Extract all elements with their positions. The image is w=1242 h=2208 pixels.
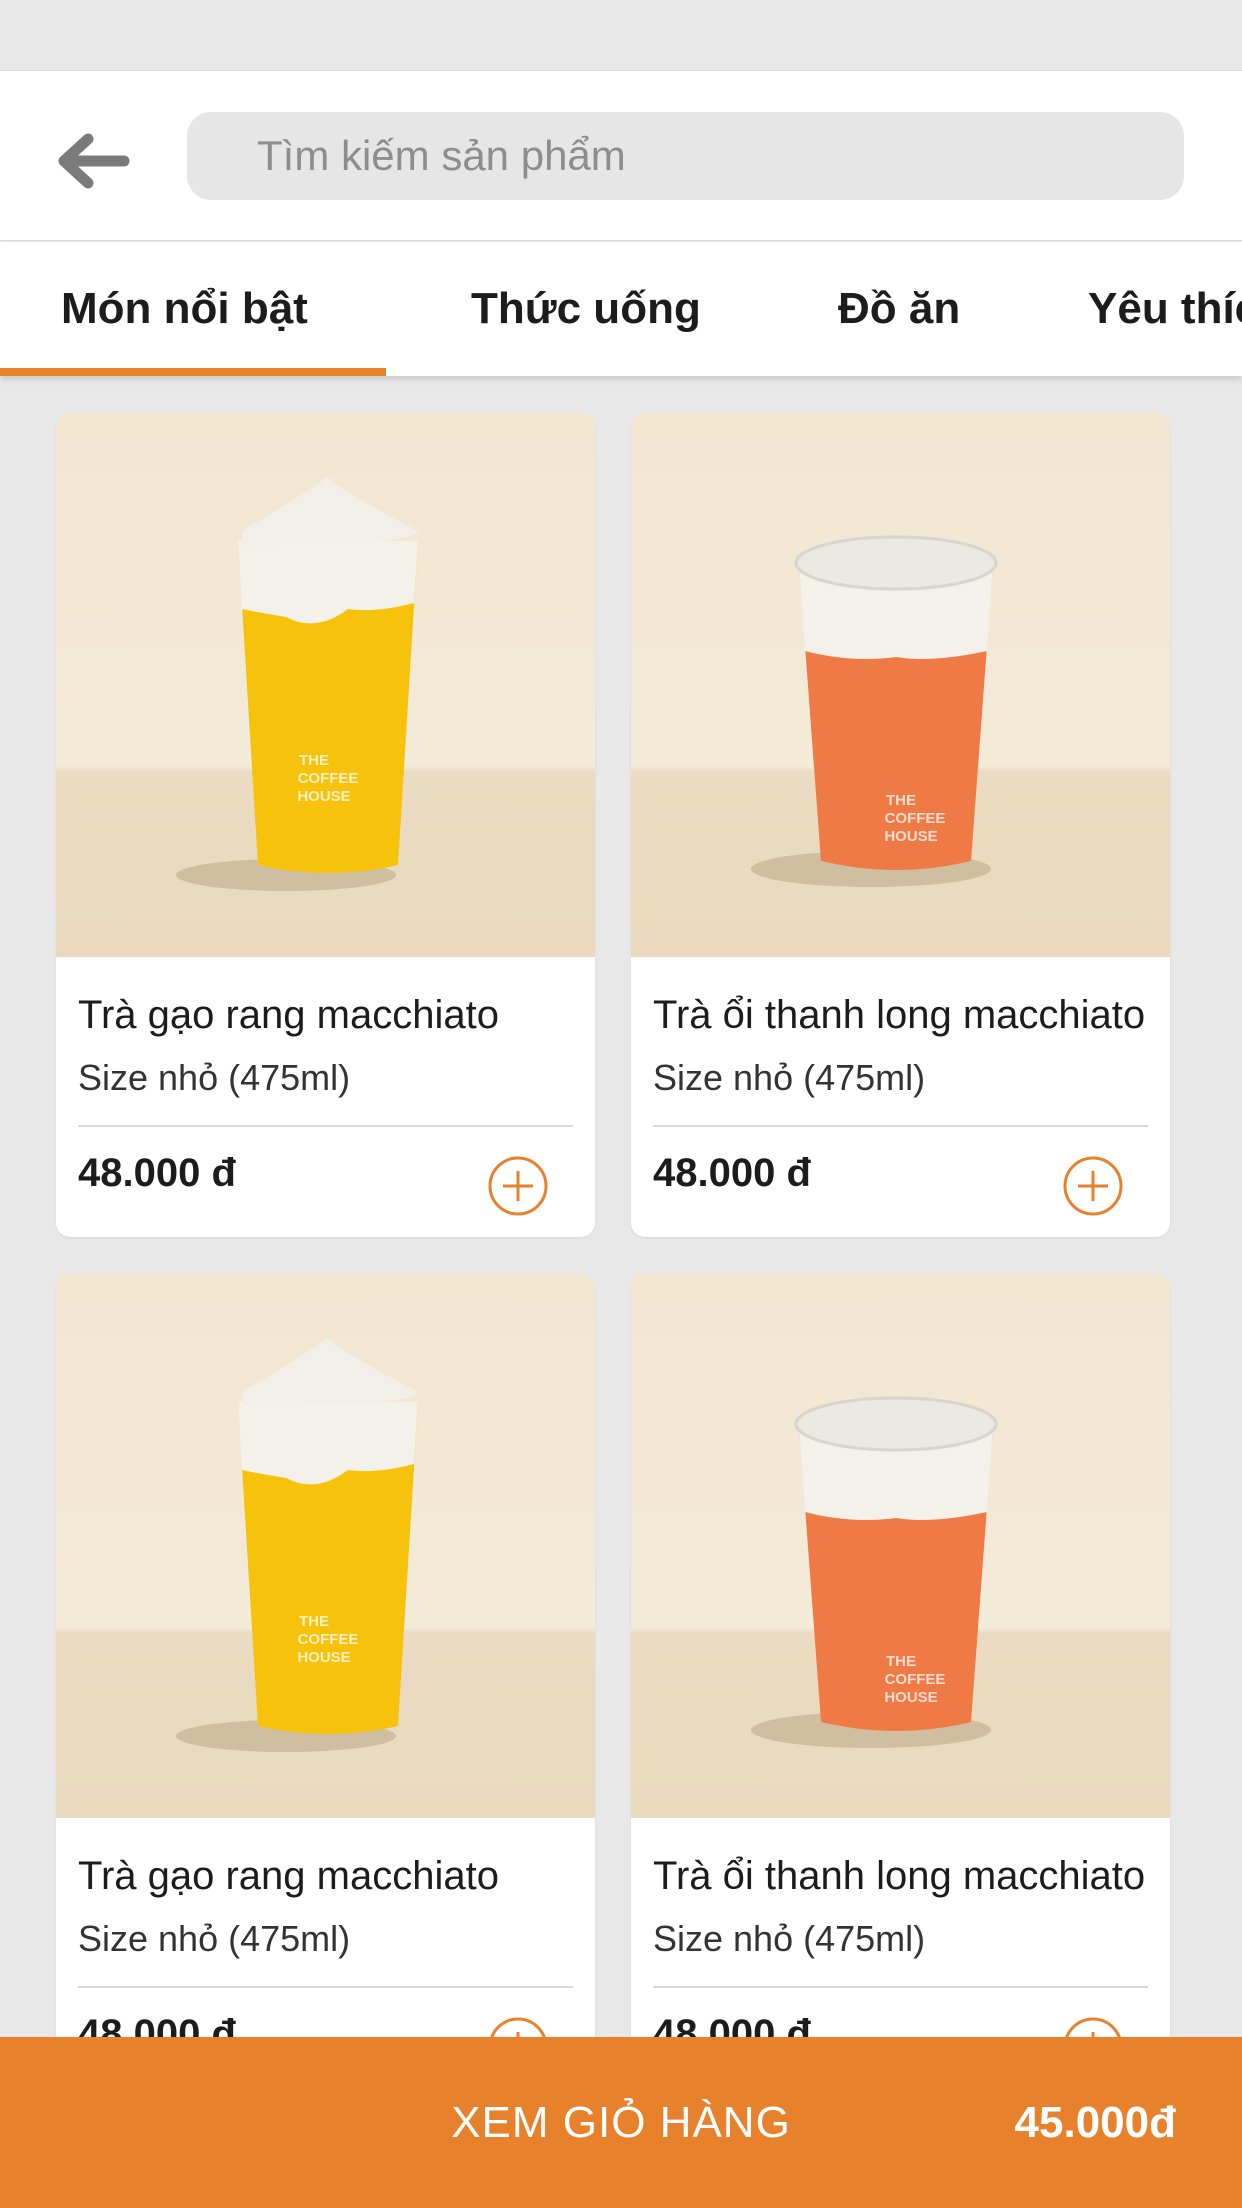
svg-text:COFFEE: COFFEE <box>885 1671 946 1688</box>
tab-favorites[interactable]: Yêu thích <box>1088 242 1242 376</box>
product-price: 48.000 đ <box>78 1151 236 1195</box>
product-price: 48.000 đ <box>653 1151 811 1195</box>
svg-text:THE: THE <box>886 792 916 809</box>
add-to-cart-button[interactable] <box>1062 1155 1124 1217</box>
product-name: Trà gạo rang macchiato <box>78 1854 499 1898</box>
product-card[interactable]: THE COFFEE HOUSE Trà gạo rang macchiato Si… <box>56 413 595 1237</box>
svg-text:COFFEE: COFFEE <box>298 1631 359 1648</box>
plus-circle-icon <box>488 1156 548 1216</box>
status-bar <box>0 0 1242 70</box>
product-size: Size nhỏ (475ml) <box>653 1918 926 1959</box>
header <box>0 70 1242 241</box>
cart-total: 45.000đ <box>1014 2097 1176 2147</box>
svg-text:THE: THE <box>886 1653 916 1670</box>
product-card[interactable]: THE COFFEE HOUSE Trà gạo rang macchiato Si… <box>56 1274 595 2098</box>
tab-food[interactable]: Đồ ăn <box>838 242 960 376</box>
product-image: THE COFFEE HOUSE <box>631 413 1170 957</box>
plus-circle-icon <box>1063 1156 1123 1216</box>
svg-text:THE: THE <box>299 752 329 769</box>
arrow-left-icon <box>58 133 130 189</box>
svg-text:THE: THE <box>299 1613 329 1630</box>
drink-cup-illustration: THECOFFEEHOUSE <box>751 1396 998 1748</box>
svg-text:HOUSE: HOUSE <box>884 1689 937 1706</box>
product-size: Size nhỏ (475ml) <box>78 1918 351 1959</box>
product-name: Trà ổi thanh long macchiato <box>653 993 1146 1037</box>
back-button[interactable] <box>44 121 140 201</box>
category-tabs: Món nổi bật Thức uống Đồ ăn Yêu thích <box>0 242 1242 376</box>
product-name: Trà ổi thanh long macchiato <box>653 1854 1146 1898</box>
tab-drinks[interactable]: Thức uống <box>471 242 701 376</box>
product-size: Size nhỏ (475ml) <box>78 1057 351 1098</box>
product-image: THE COFFEE HOUSE <box>56 413 595 957</box>
product-name: Trà gạo rang macchiato <box>78 993 499 1037</box>
view-cart-button[interactable]: XEM GIỎ HÀNG 45.000đ <box>0 2037 1242 2208</box>
search-box[interactable] <box>187 112 1184 200</box>
svg-text:COFFEE: COFFEE <box>885 810 946 827</box>
product-image: THE COFFEE HOUSE <box>56 1274 595 1818</box>
product-card[interactable]: THE COFFEE HOUSE Trà ổi thanh long macchia… <box>631 1274 1170 2098</box>
product-image: THE COFFEE HOUSE <box>631 1274 1170 1818</box>
drink-cup-illustration: THECOFFEEHOUSE <box>176 478 418 891</box>
svg-text:HOUSE: HOUSE <box>297 1649 350 1666</box>
svg-text:HOUSE: HOUSE <box>297 788 350 805</box>
product-size: Size nhỏ (475ml) <box>653 1057 926 1098</box>
drink-cup-illustration: THECOFFEEHOUSE <box>176 1339 418 1752</box>
tab-featured[interactable]: Món nổi bật <box>61 242 308 376</box>
active-tab-indicator <box>0 368 386 376</box>
svg-text:COFFEE: COFFEE <box>298 770 359 787</box>
drink-cup-illustration: THECOFFEEHOUSE <box>751 535 998 887</box>
product-card[interactable]: THE COFFEE HOUSE Trà ổi thanh long macchia… <box>631 413 1170 1237</box>
search-input[interactable] <box>257 112 1184 200</box>
svg-text:HOUSE: HOUSE <box>884 828 937 845</box>
add-to-cart-button[interactable] <box>487 1155 549 1217</box>
